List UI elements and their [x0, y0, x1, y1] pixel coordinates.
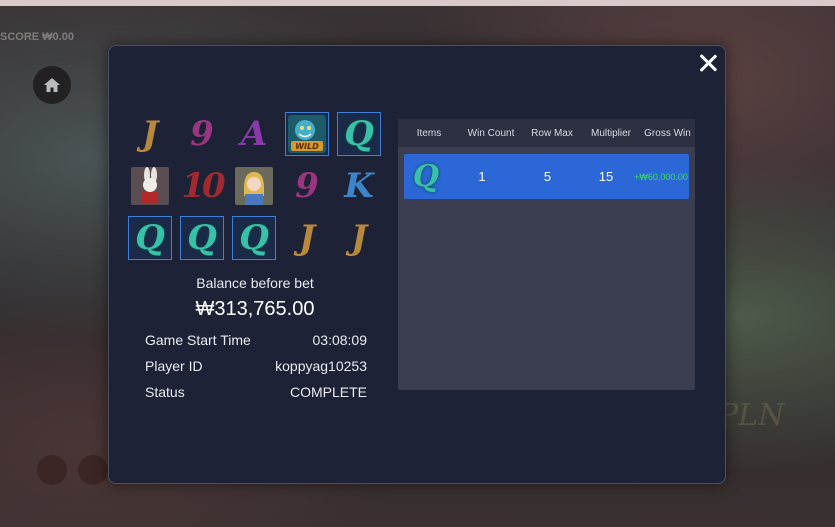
player-id-value: koppyag10253 [275, 358, 367, 374]
balance-value: ₩313,765.00 [195, 298, 315, 320]
header-row-max: Row Max [531, 127, 573, 139]
table-row[interactable]: Q 1 5 15 +₩60,000.00 [404, 154, 689, 199]
symbol-k: K [344, 166, 374, 206]
close-icon[interactable] [697, 52, 719, 74]
player-id-row: Player ID koppyag10253 [145, 358, 367, 374]
home-button[interactable] [33, 66, 71, 104]
header-gross-win: Gross Win [644, 127, 691, 139]
symbol-white-rabbit [128, 164, 172, 208]
symbol-a: A [240, 114, 268, 154]
start-time-row: Game Start Time 03:08:09 [145, 332, 367, 348]
row-row-max: 5 [543, 169, 552, 184]
alice-icon [235, 167, 273, 205]
start-time-label: Game Start Time [145, 332, 251, 348]
symbol-j: J [141, 114, 159, 154]
row-item-q: Q [412, 159, 440, 194]
symbol-j: J [298, 218, 316, 258]
info-button[interactable] [78, 455, 108, 485]
symbol-wild: WILD [285, 112, 329, 156]
start-time-value: 03:08:09 [312, 332, 368, 348]
table-header: Items Win Count Row Max Multiplier Gross… [398, 119, 695, 147]
status-label: Status [145, 384, 185, 400]
symbol-9: 9 [295, 166, 319, 206]
symbol-q: Q [180, 216, 224, 260]
top-strip [0, 0, 835, 6]
row-gross-win: +₩60,000.00 [634, 171, 688, 182]
home-icon [44, 78, 60, 92]
game-logo: PLN [718, 398, 785, 433]
win-table: Items Win Count Row Max Multiplier Gross… [398, 119, 695, 390]
symbol-q: Q [128, 216, 172, 260]
status-row: Status COMPLETE [145, 384, 367, 400]
symbol-9: 9 [190, 114, 214, 154]
symbol-alice [232, 164, 276, 208]
status-value: COMPLETE [289, 384, 367, 400]
symbol-j: J [350, 218, 368, 258]
player-id-label: Player ID [145, 358, 203, 374]
white-rabbit-icon [131, 167, 169, 205]
background-score: SCORE ₩0.00 [0, 31, 74, 43]
header-win-count: Win Count [467, 127, 515, 139]
header-items: Items [416, 127, 442, 139]
history-detail-modal: J 9 A WILD Q 10 9 K Q Q Q J J Balance be… [108, 45, 726, 484]
symbol-q: Q [232, 216, 276, 260]
svg-text:WILD: WILD [295, 142, 319, 151]
row-win-count: 1 [478, 169, 486, 184]
balance-label: Balance before bet [196, 275, 314, 291]
symbol-q: Q [337, 112, 381, 156]
settings-button[interactable] [37, 455, 67, 485]
header-multiplier: Multiplier [590, 127, 631, 139]
symbol-10: 10 [181, 166, 225, 206]
wild-cat-icon: WILD [288, 115, 326, 153]
row-multiplier: 15 [598, 169, 614, 184]
